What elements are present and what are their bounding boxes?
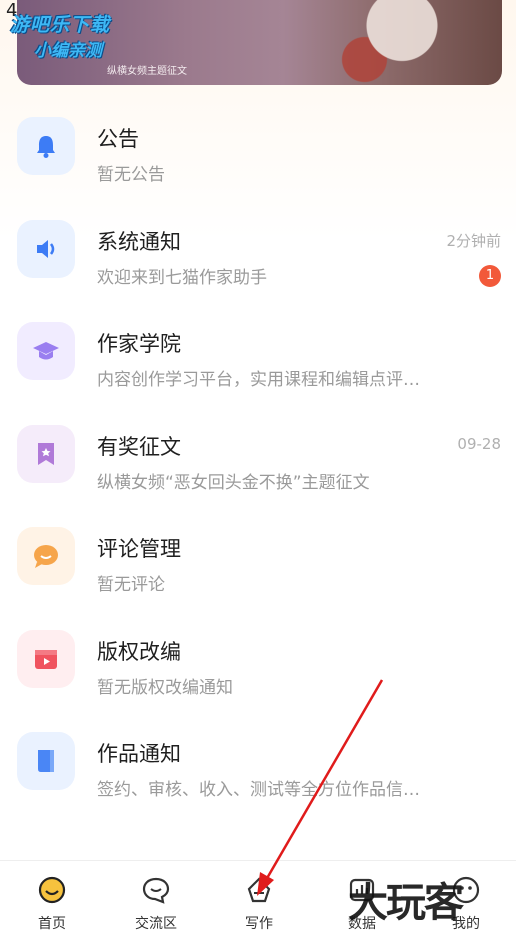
message-item-system[interactable]: 系统通知 欢迎来到七猫作家助手 2分钟前 1: [0, 206, 516, 309]
message-title: 公告: [97, 127, 139, 151]
message-desc: 欢迎来到七猫作家助手: [97, 267, 267, 288]
watermark-line2: 小编亲测: [34, 41, 102, 61]
banner-subtitle: 纵横女频主题征文: [107, 66, 187, 77]
message-desc: 暂无版权改编通知: [97, 677, 233, 698]
message-desc: 暂无公告: [97, 165, 165, 185]
pen-nib-icon: [247, 877, 271, 903]
tab-community[interactable]: 交流区: [116, 875, 196, 933]
message-item-copyright[interactable]: 版权改编 暂无版权改编通知: [0, 616, 516, 719]
chat-bubble-icon: [17, 527, 75, 585]
message-desc: 暂无评论: [97, 575, 165, 595]
message-item-announcement[interactable]: 公告 暂无公告: [0, 103, 516, 206]
tab-label: 交流区: [135, 916, 177, 932]
graduation-cap-icon: [17, 322, 75, 380]
message-title: 版权改编: [97, 639, 181, 664]
unread-badge: 1: [479, 264, 501, 287]
watermark-line1: 游吧乐下载: [10, 14, 111, 36]
message-title: 作家学院: [97, 332, 181, 356]
tab-home[interactable]: 首页: [12, 875, 92, 933]
message-time: 09-28: [457, 434, 501, 453]
message-desc: 内容创作学习平台，实用课程和编辑点评…: [97, 370, 420, 390]
banner-artwork: [312, 0, 462, 85]
message-item-comments[interactable]: 评论管理 暂无评论: [0, 513, 516, 616]
message-title: 系统通知: [97, 229, 181, 254]
message-time: 2分钟前: [446, 231, 501, 250]
message-item-academy[interactable]: 作家学院 内容创作学习平台，实用课程和编辑点评…: [0, 308, 516, 411]
message-desc: 纵横女频“恶女回头金不换”主题征文: [97, 472, 370, 493]
video-icon: [17, 629, 75, 688]
tab-label: 首页: [38, 916, 66, 932]
message-desc: 签约、审核、收入、测试等全方位作品信…: [97, 780, 420, 800]
message-title: 作品通知: [97, 742, 181, 766]
message-item-contest[interactable]: 有奖征文 纵横女频“恶女回头金不换”主题征文 09-28: [0, 411, 516, 514]
message-item-works[interactable]: 作品通知 签约、审核、收入、测试等全方位作品信…: [0, 718, 516, 821]
watermark-corner: 大玩客: [348, 879, 464, 926]
speaker-icon: [17, 219, 75, 278]
message-title: 有奖征文: [97, 434, 181, 459]
chat-icon: [142, 877, 170, 904]
bookmark-icon: [17, 424, 75, 483]
tab-label: 写作: [245, 916, 273, 932]
book-icon: [17, 732, 75, 790]
message-title: 评论管理: [97, 537, 181, 561]
home-face-icon: [38, 876, 66, 904]
tab-write[interactable]: 写作: [219, 875, 299, 933]
message-list: 公告 暂无公告 系统通知 欢迎来到七猫作家助手 2分钟前 1 作家学院 内容创作…: [0, 103, 516, 821]
bell-icon: [17, 117, 75, 175]
